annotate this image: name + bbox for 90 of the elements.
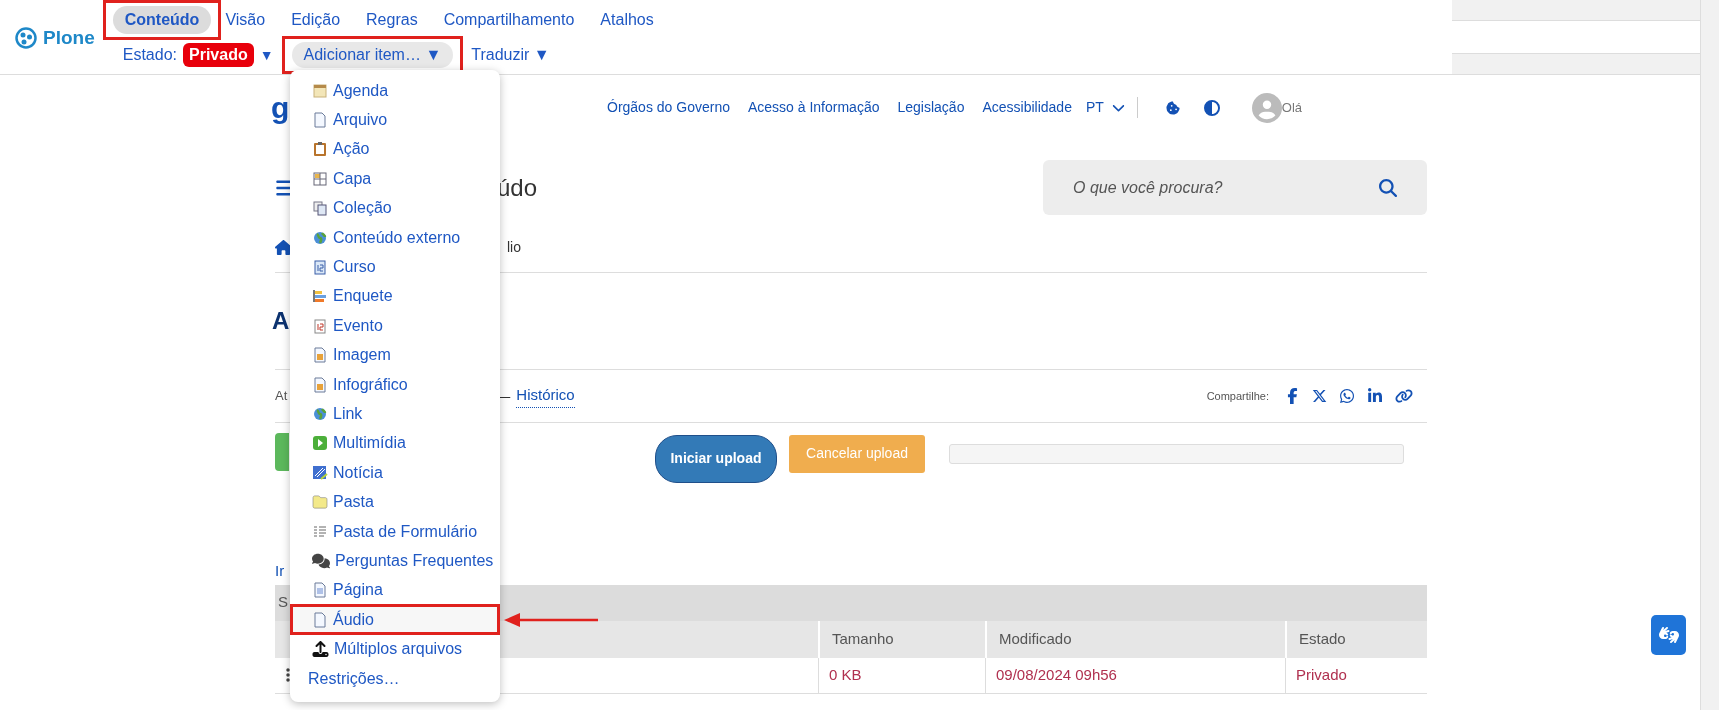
globe-icon [312, 229, 328, 246]
table-caption: S [278, 592, 288, 613]
menu-item[interactable]: Link [290, 399, 500, 429]
state-caret[interactable]: ▼ [259, 44, 274, 66]
restrictions-link[interactable]: Restrições… [290, 663, 500, 694]
menu-item[interactable]: Enquete [290, 281, 500, 312]
menu-item[interactable]: Ação [290, 134, 500, 165]
form-icon [312, 523, 328, 540]
stacked-pages-icon [312, 200, 328, 217]
plone-logo-icon [15, 27, 37, 49]
menu-item[interactable]: Multimídia [290, 428, 500, 459]
toolbar-tab[interactable]: Visão [213, 6, 278, 34]
calendar-icon [312, 259, 328, 276]
menu-item[interactable]: Conteúdo externo [290, 222, 500, 253]
toolbar-tab[interactable]: Edição [279, 6, 353, 34]
globe-icon [312, 406, 328, 422]
hands-icon [1658, 625, 1679, 645]
drag-handle-icon[interactable] [283, 667, 293, 683]
nav-link[interactable]: Legislação [897, 97, 965, 118]
play-icon [312, 435, 328, 452]
menu-item[interactable]: Múltiplos arquivos [290, 634, 500, 664]
menu-item[interactable]: Arquivo [290, 105, 500, 135]
byline-text: At [275, 387, 288, 406]
menu-item[interactable]: Página [290, 575, 500, 606]
greeting: Olá [1281, 98, 1303, 117]
state-label: Estado: [122, 45, 177, 65]
state-badge: Privado [183, 43, 254, 67]
document-icon [312, 611, 328, 628]
page-heading: A [272, 306, 290, 336]
share-label: Compartilhe: [1206, 388, 1269, 404]
cookie-icon[interactable] [1165, 100, 1180, 115]
column-header: Tamanho [818, 620, 985, 658]
facebook-icon[interactable] [1285, 388, 1300, 404]
nav-link[interactable]: Acesso à Informação [747, 97, 880, 118]
note-pad-icon [312, 82, 328, 99]
menu-item[interactable]: Evento [290, 311, 500, 341]
history-link[interactable]: Histórico [516, 384, 575, 408]
plone-logo: Plone [43, 25, 95, 50]
menu-item[interactable]: Capa [290, 164, 500, 194]
toolbar-tab[interactable]: Compartilhamento [431, 6, 587, 34]
toolbar-tab[interactable]: Regras [354, 6, 430, 34]
clipboard-icon [312, 141, 328, 158]
table-cell: 0 KB [818, 657, 985, 694]
start-upload-button[interactable]: Iniciar upload [655, 434, 777, 483]
text-field[interactable] [1452, 20, 1700, 54]
newspaper-icon [312, 464, 328, 481]
scrollbar[interactable] [1700, 0, 1719, 710]
menu-item[interactable]: Curso [290, 252, 500, 282]
contrast-icon[interactable] [1203, 99, 1220, 116]
calendar-icon [312, 317, 328, 334]
page-icon [312, 582, 328, 599]
search-icon[interactable] [1379, 178, 1397, 197]
link-icon[interactable] [1395, 388, 1413, 404]
add-item-button[interactable]: Adicionar item… ▼ [291, 42, 454, 68]
menu-item[interactable]: Perguntas Frequentes [290, 546, 500, 576]
linkedin-icon[interactable] [1367, 388, 1383, 404]
document-icon [312, 112, 328, 129]
menu-item[interactable]: Coleção [290, 193, 500, 223]
search-field[interactable]: O que você procura? [1043, 160, 1427, 215]
upload-icon [312, 641, 329, 658]
menu-item[interactable]: Imagem [290, 340, 500, 370]
site-logo: g [271, 92, 290, 123]
folder-icon [312, 495, 328, 510]
nav-link[interactable]: Órgãos do Governo [607, 97, 730, 118]
table-cell: 09/08/2024 09h56 [985, 657, 1285, 694]
bar-list-icon [312, 288, 328, 305]
whatsapp-icon[interactable] [1339, 388, 1355, 404]
column-header: Modificado [985, 620, 1285, 658]
link-text[interactable]: Ir [275, 560, 285, 583]
menu-item[interactable]: Agenda [290, 76, 500, 106]
menu-item[interactable]: Notícia [290, 458, 500, 488]
toolbar-tab[interactable]: Conteúdo [112, 6, 212, 34]
menu-item[interactable]: Pasta [290, 487, 500, 517]
image-file-icon [312, 347, 328, 364]
sign-language-button[interactable] [1651, 615, 1686, 655]
menu-item[interactable]: Pasta de Formulário [290, 516, 500, 547]
translate-button[interactable]: Traduzir ▼ [471, 43, 550, 67]
language-selector[interactable]: PT [1085, 97, 1138, 118]
grid-icon [312, 170, 328, 187]
speech-bubbles-icon [312, 552, 330, 569]
menu-item[interactable]: Infográfico [290, 369, 500, 400]
x-icon[interactable] [1312, 388, 1327, 404]
column-header: Estado [1285, 620, 1427, 658]
action-button[interactable] [275, 432, 289, 471]
nav-link[interactable]: Acessibilidade [982, 97, 1072, 118]
breadcrumb-item: lio [507, 238, 521, 257]
image-file-icon [312, 376, 328, 393]
home-icon[interactable] [275, 239, 292, 256]
toolbar-tab[interactable]: Atalhos [588, 6, 666, 34]
table-cell: Privado [1285, 657, 1427, 694]
